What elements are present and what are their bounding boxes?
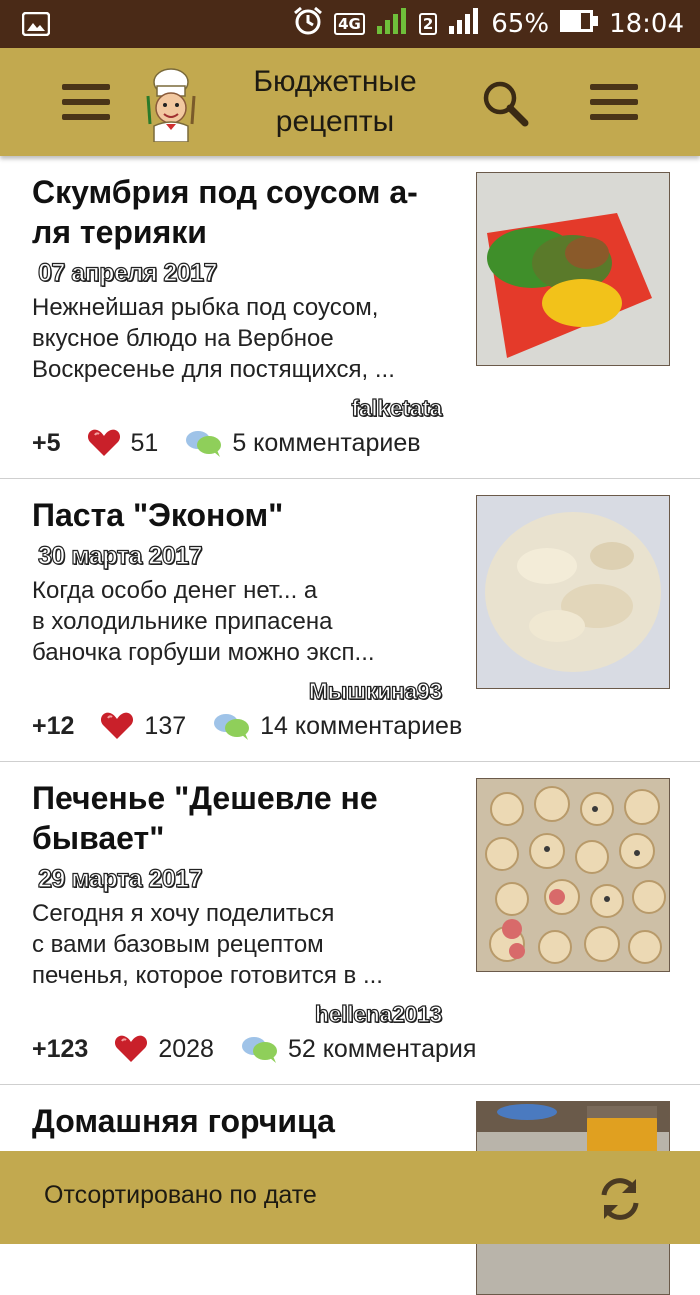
sim-badge: 2 (418, 13, 438, 35)
overflow-menu-icon[interactable] (590, 84, 638, 120)
rating: +123 (32, 1034, 89, 1063)
recipe-title[interactable]: Домашняя горчица (32, 1101, 452, 1141)
recipe-description: Сегодня я хочу поделиться с вами базовым… (32, 900, 383, 989)
heart-icon[interactable] (87, 428, 121, 458)
recipe-title[interactable]: Паста "Эконом" (32, 495, 452, 535)
comments-count[interactable]: 5 комментариев (232, 429, 420, 458)
recipe-date: 07 апреля 2017 (37, 258, 218, 287)
recipe-card[interactable]: Паста "Эконом" 30 марта 2017 Когда особо… (0, 479, 700, 762)
search-icon[interactable] (480, 78, 532, 130)
comments-count[interactable]: 52 комментария (288, 1035, 476, 1064)
likes-count: 51 (130, 428, 159, 457)
recipe-list: Скумбрия под соусом а- ля терияки 07 апр… (0, 156, 700, 1295)
menu-icon[interactable] (62, 84, 110, 120)
alarm-icon (292, 5, 324, 44)
signal-strength-icon-1 (375, 6, 409, 43)
recipe-thumbnail[interactable] (476, 778, 670, 972)
comments-icon[interactable] (184, 428, 224, 458)
comments-count[interactable]: 14 комментариев (260, 712, 462, 741)
signal-strength-icon-2 (447, 6, 481, 43)
app-title: Бюджетные рецепты (253, 65, 417, 138)
chef-logo (140, 66, 202, 143)
recipe-title[interactable]: Печенье "Дешевле не бывает" (32, 778, 452, 858)
recipe-date: 29 марта 2017 (37, 864, 203, 893)
battery-percent: 65% (491, 9, 550, 39)
recipe-description: Нежнейшая рыбка под соусом, вкусное блюд… (32, 294, 395, 383)
rating: +5 (32, 428, 61, 457)
likes-count: 2028 (158, 1034, 214, 1063)
comments-icon[interactable] (212, 711, 252, 741)
sort-label[interactable]: Отсортировано по дате (44, 1181, 317, 1210)
recipe-author[interactable]: Мышкина93 (308, 677, 443, 705)
network-type-badge: 4G (334, 13, 365, 35)
recipe-thumbnail[interactable] (476, 172, 670, 366)
bottom-bar: Отсортировано по дате (0, 1151, 700, 1244)
battery-icon (559, 8, 599, 41)
clock: 18:04 (609, 9, 684, 39)
refresh-icon[interactable] (596, 1175, 644, 1223)
app-bar: Бюджетные рецепты (0, 48, 700, 156)
status-bar: 4G 2 65% 18:04 (0, 0, 700, 48)
recipe-card[interactable]: Печенье "Дешевле не бывает" 29 марта 201… (0, 762, 700, 1085)
recipe-stats: +5 51 5 комментариев (32, 428, 421, 458)
recipe-card[interactable]: Скумбрия под соусом а- ля терияки 07 апр… (0, 156, 700, 479)
recipe-author[interactable]: hellena2013 (314, 1000, 443, 1028)
recipe-stats: +12 137 14 комментариев (32, 711, 462, 741)
recipe-author[interactable]: falketata (351, 394, 443, 422)
heart-icon[interactable] (114, 1034, 148, 1064)
recipe-date: 30 марта 2017 (37, 541, 203, 570)
recipe-stats: +123 2028 52 комментария (32, 1034, 476, 1064)
recipe-title[interactable]: Скумбрия под соусом а- ля терияки (32, 172, 452, 252)
heart-icon[interactable] (100, 711, 134, 741)
likes-count: 137 (144, 711, 187, 740)
rating: +12 (32, 711, 75, 740)
gallery-notification-icon (21, 11, 51, 41)
recipe-description: Когда особо денег нет... а в холодильник… (32, 577, 375, 666)
recipe-thumbnail[interactable] (476, 495, 670, 689)
comments-icon[interactable] (240, 1034, 280, 1064)
